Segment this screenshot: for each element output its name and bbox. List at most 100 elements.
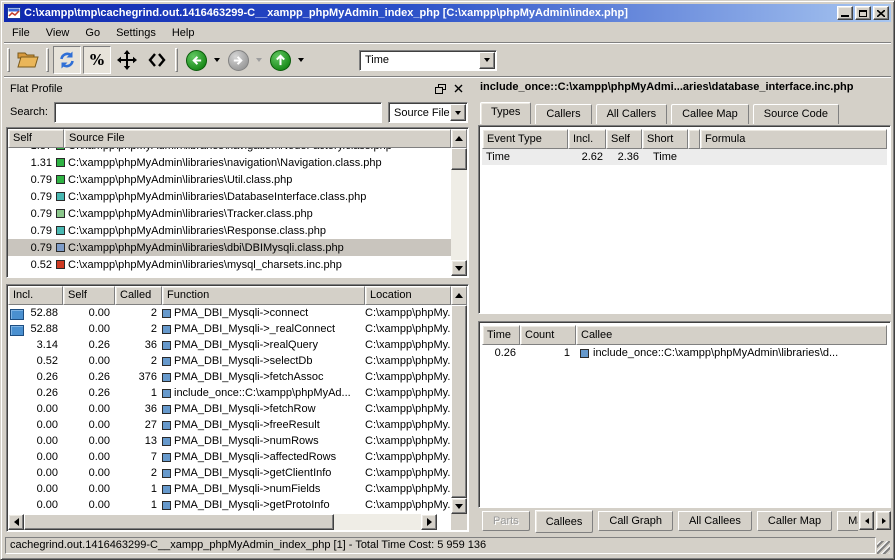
tab-machine[interactable]: Machine <box>837 511 858 531</box>
cost-bar-icon <box>10 309 24 320</box>
up-dropdown[interactable] <box>295 46 307 74</box>
column-header-time[interactable]: Time <box>482 325 520 345</box>
source-file-row[interactable]: 1.31C:\xampp\phpMyAdmin\libraries\naviga… <box>8 154 453 171</box>
scrollbar-thumb[interactable] <box>451 305 467 498</box>
source-file-row[interactable]: 0.79C:\xampp\phpMyAdmin\libraries\Tracke… <box>8 205 453 222</box>
column-header-location[interactable]: Location <box>365 286 451 305</box>
menu-item-go[interactable]: Go <box>77 24 108 42</box>
function-row[interactable]: 3.140.2636PMA_DBI_Mysqli->realQueryC:\xa… <box>8 337 453 353</box>
back-button[interactable] <box>182 46 210 74</box>
dropdown-caret-icon <box>256 58 262 62</box>
event-type-row[interactable]: Time 2.62 2.36 Time <box>482 149 887 165</box>
resize-grip[interactable] <box>877 541 890 554</box>
source-file-row[interactable]: 0.52C:\xampp\phpMyAdmin\libraries\mysql_… <box>8 256 453 273</box>
tab-all-callees[interactable]: All Callees <box>678 511 752 531</box>
tab-call-graph[interactable]: Call Graph <box>598 511 673 531</box>
refresh-button[interactable] <box>53 46 81 74</box>
scroll-down-button[interactable] <box>451 498 467 514</box>
back-dropdown[interactable] <box>211 46 223 74</box>
column-header-spacer[interactable] <box>688 129 700 149</box>
function-row[interactable]: 52.880.002PMA_DBI_Mysqli->connectC:\xamp… <box>8 305 453 321</box>
column-header-callee[interactable]: Callee <box>576 325 887 345</box>
scroll-down-button[interactable] <box>451 260 467 276</box>
search-input[interactable] <box>54 102 382 123</box>
up-button[interactable] <box>266 46 294 74</box>
scrollbar-thumb[interactable] <box>24 514 334 530</box>
open-file-button[interactable] <box>14 46 42 74</box>
source-file-row[interactable]: 0.52C:\xampp\phpMyAdmin\libraries\user_p… <box>8 273 453 277</box>
toolbar-grip[interactable] <box>46 48 49 72</box>
combo-arrow-button[interactable] <box>479 52 495 69</box>
column-header-short[interactable]: Short <box>642 129 688 149</box>
column-header-incl[interactable]: Incl. <box>568 129 606 149</box>
hide-template-button[interactable] <box>143 46 171 74</box>
function-row[interactable]: 0.000.0036PMA_DBI_Mysqli->fetchRowC:\xam… <box>8 401 453 417</box>
tab-callee-map[interactable]: Callee Map <box>671 104 749 124</box>
combo-arrow-button[interactable] <box>450 104 466 121</box>
scroll-left-button[interactable] <box>8 514 24 530</box>
close-panel-button[interactable] <box>451 82 465 96</box>
relative-percent-toggle[interactable]: % <box>83 46 111 74</box>
called-count-value: 27 <box>115 419 162 431</box>
menu-item-view[interactable]: View <box>38 24 78 42</box>
scrollbar-track[interactable] <box>334 514 421 530</box>
scroll-right-button[interactable] <box>421 514 437 530</box>
toolbar-grip[interactable] <box>175 48 178 72</box>
function-row[interactable]: 0.000.0027PMA_DBI_Mysqli->freeResultC:\x… <box>8 417 453 433</box>
event-type-select[interactable]: Time <box>359 50 497 71</box>
source-file-row[interactable]: 0.79C:\xampp\phpMyAdmin\libraries\Databa… <box>8 188 453 205</box>
callee-row[interactable]: 0.26 1 include_once::C:\xampp\phpMyAdmin… <box>482 345 887 361</box>
scroll-up-button[interactable] <box>451 286 467 305</box>
flat-profile-header[interactable]: Flat Profile <box>6 79 469 98</box>
column-header-incl[interactable]: Incl. <box>8 286 63 305</box>
function-row[interactable]: 0.000.001PMA_DBI_Mysqli->getProtoInfoC:\… <box>8 497 453 513</box>
tab-callers[interactable]: Callers <box>535 104 591 124</box>
tab-source-code[interactable]: Source Code <box>753 104 839 124</box>
function-row[interactable]: 0.260.261include_once::C:\xampp\phpMyAd.… <box>8 385 453 401</box>
menu-item-settings[interactable]: Settings <box>108 24 164 42</box>
tab-callees[interactable]: Callees <box>535 510 594 533</box>
detail-panel: include_once::C:\xampp\phpMyAdmi...aries… <box>476 78 893 534</box>
column-header-count[interactable]: Count <box>520 325 576 345</box>
function-row[interactable]: 0.000.0013PMA_DBI_Mysqli->numRowsC:\xamp… <box>8 433 453 449</box>
tab-parts[interactable]: Parts <box>482 511 530 531</box>
function-row[interactable]: 0.000.001PMA_DBI_Mysqli->numFieldsC:\xam… <box>8 481 453 497</box>
source-file-row[interactable]: 0.79C:\xampp\phpMyAdmin\libraries\Util.c… <box>8 171 453 188</box>
tab-caller-map[interactable]: Caller Map <box>757 511 832 531</box>
column-header-event-type[interactable]: Event Type <box>482 129 568 149</box>
scrollbar-thumb[interactable] <box>451 148 467 170</box>
maximize-button[interactable] <box>855 6 871 20</box>
column-header-called[interactable]: Called <box>115 286 162 305</box>
close-button[interactable] <box>873 6 889 20</box>
tab-scroll-left-button[interactable] <box>859 511 874 530</box>
minimize-button[interactable] <box>837 6 853 20</box>
vertical-scrollbar[interactable] <box>451 148 467 276</box>
menu-item-help[interactable]: Help <box>164 24 203 42</box>
scroll-up-button[interactable] <box>451 129 467 148</box>
group-by-select[interactable]: Source File <box>388 102 468 123</box>
function-row[interactable]: 0.000.007PMA_DBI_Mysqli->affectedRowsC:\… <box>8 449 453 465</box>
menu-item-file[interactable]: File <box>4 24 38 42</box>
float-panel-button[interactable] <box>433 82 447 96</box>
tab-scroll-right-button[interactable] <box>876 511 891 530</box>
function-row[interactable]: 0.000.002PMA_DBI_Mysqli->getClientInfoC:… <box>8 465 453 481</box>
title-bar[interactable]: C:\xampp\tmp\cachegrind.out.1416463299-C… <box>4 4 891 22</box>
column-header-self[interactable]: Self <box>8 129 64 148</box>
vertical-scrollbar[interactable] <box>451 305 467 514</box>
refresh-icon <box>57 50 77 70</box>
tab-all-callers[interactable]: All Callers <box>596 104 668 124</box>
toolbar-grip[interactable] <box>7 48 10 72</box>
function-row[interactable]: 0.520.002PMA_DBI_Mysqli->selectDbC:\xamp… <box>8 353 453 369</box>
function-row[interactable]: 52.880.002PMA_DBI_Mysqli->_realConnectC:… <box>8 321 453 337</box>
function-row[interactable]: 0.260.26376PMA_DBI_Mysqli->fetchAssocC:\… <box>8 369 453 385</box>
source-file-row[interactable]: 0.79C:\xampp\phpMyAdmin\libraries\Respon… <box>8 222 453 239</box>
tab-types[interactable]: Types <box>480 102 531 124</box>
cycle-grouping-button[interactable] <box>113 46 141 74</box>
column-header-function[interactable]: Function <box>162 286 365 305</box>
column-header-self[interactable]: Self <box>606 129 642 149</box>
column-header-self[interactable]: Self <box>63 286 115 305</box>
column-header-formula[interactable]: Formula <box>700 129 887 149</box>
source-file-row[interactable]: 0.79C:\xampp\phpMyAdmin\libraries\dbi\DB… <box>8 239 453 256</box>
column-header-source-file[interactable]: Source File <box>64 129 451 148</box>
horizontal-scrollbar[interactable] <box>8 514 437 530</box>
